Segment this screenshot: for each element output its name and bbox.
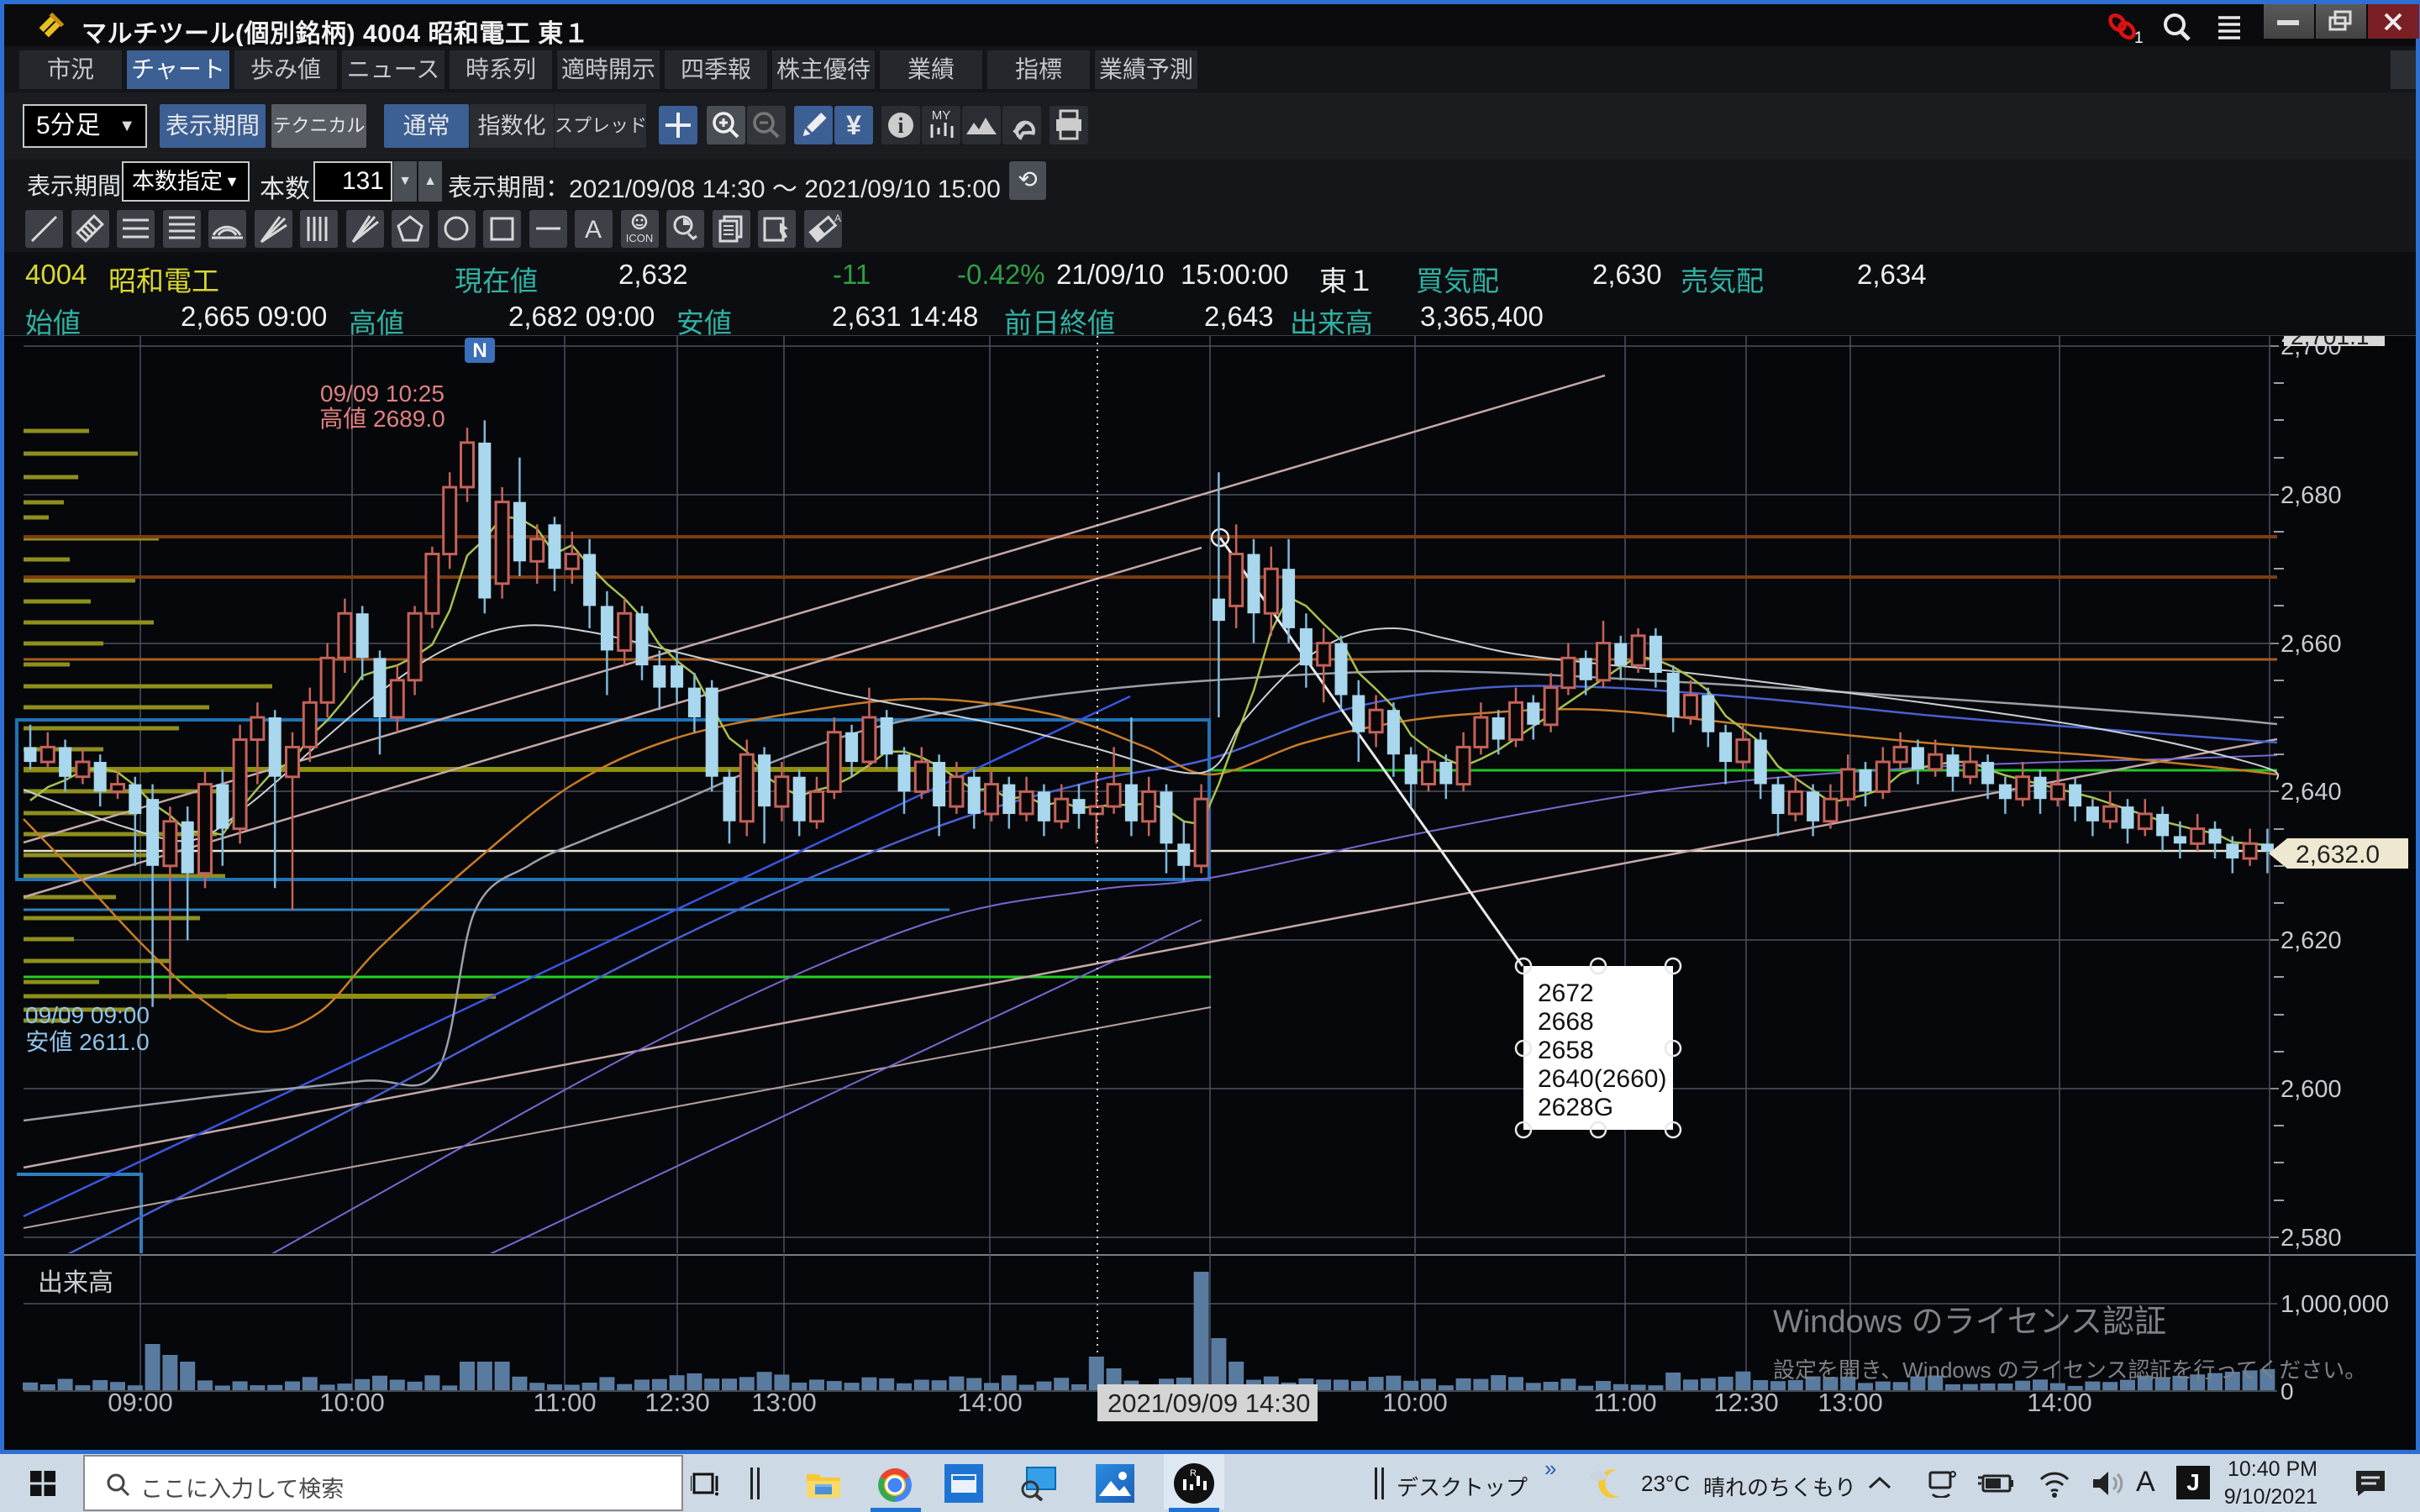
- svg-text:N: N: [472, 339, 487, 362]
- svg-text:出来高: 出来高: [38, 1269, 113, 1297]
- svg-text:2,580: 2,580: [2281, 1225, 2342, 1252]
- svg-text:2,680: 2,680: [2281, 482, 2342, 509]
- svg-text:高値 2689.0: 高値 2689.0: [319, 406, 445, 432]
- svg-text:09:00: 09:00: [108, 1388, 173, 1417]
- svg-text:A: A: [834, 213, 841, 224]
- svg-text:2021/09/09 14:30: 2021/09/09 14:30: [1107, 1389, 1310, 1418]
- svg-text:14:00: 14:00: [2027, 1388, 2092, 1417]
- svg-text:2672: 2672: [1538, 979, 1594, 1007]
- svg-text:2,640: 2,640: [2281, 779, 2342, 806]
- svg-text:12:30: 12:30: [1713, 1388, 1779, 1417]
- svg-text:Windows のライセンス認証: Windows のライセンス認証: [1773, 1305, 2166, 1340]
- svg-text:2,632.0: 2,632.0: [2296, 841, 2380, 869]
- svg-text:1,000,000: 1,000,000: [2281, 1291, 2389, 1318]
- svg-text:11:00: 11:00: [1593, 1388, 1656, 1417]
- svg-text:A: A: [585, 216, 602, 244]
- svg-text:2668: 2668: [1538, 1008, 1594, 1036]
- svg-text:2,600: 2,600: [2281, 1076, 2342, 1103]
- svg-text:ICON: ICON: [625, 232, 653, 244]
- svg-text:11:00: 11:00: [533, 1388, 596, 1417]
- svg-text:安値 2611.0: 安値 2611.0: [25, 1029, 149, 1055]
- svg-text:1: 1: [2134, 29, 2144, 45]
- svg-text:2640(2660): 2640(2660): [1538, 1065, 1666, 1093]
- svg-text:設定を開き、Windows のライセンス認証を行ってください: 設定を開き、Windows のライセンス認証を行ってください。: [1773, 1357, 2366, 1383]
- svg-text:MY: MY: [932, 108, 951, 123]
- svg-text:14:00: 14:00: [957, 1388, 1023, 1417]
- svg-text:12:30: 12:30: [644, 1388, 710, 1417]
- svg-text:09/09 09:00: 09/09 09:00: [25, 1002, 150, 1028]
- svg-text:i: i: [897, 113, 903, 138]
- svg-text:2,620: 2,620: [2281, 927, 2342, 954]
- svg-text:2628G: 2628G: [1538, 1094, 1613, 1121]
- svg-text:2,701.1: 2,701.1: [2291, 336, 2369, 349]
- svg-text:13:00: 13:00: [751, 1388, 817, 1417]
- svg-text:10:00: 10:00: [1382, 1388, 1448, 1417]
- svg-text:10:00: 10:00: [319, 1388, 385, 1417]
- svg-text:R: R: [1190, 1468, 1197, 1478]
- svg-text:13:00: 13:00: [1818, 1388, 1883, 1417]
- svg-text:2,660: 2,660: [2281, 631, 2342, 658]
- svg-text:09/09 10:25: 09/09 10:25: [320, 381, 445, 407]
- svg-text:2658: 2658: [1538, 1037, 1594, 1064]
